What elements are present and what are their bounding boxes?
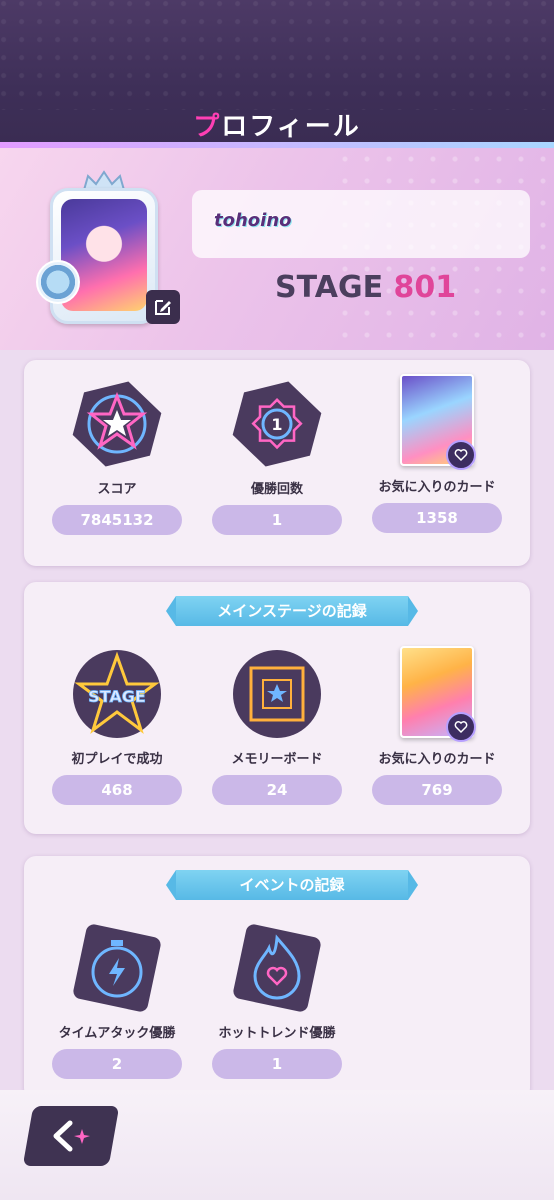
stat-value: 468 [52,775,182,805]
stat-time-attack: タイムアタック優勝 2 [42,920,192,1079]
stat-value: 24 [212,775,342,805]
stage-star-icon: STAGE [69,646,165,742]
summary-panel: スコア 7845132 1 優勝回数 1 お気に入りのカード 1358 [24,360,530,566]
star-hexagon-icon [69,376,165,472]
back-button[interactable] [22,1106,120,1166]
section-title: イベントの記録 [166,870,418,900]
stat-value: 1 [212,505,342,535]
stage-number: 801 [393,270,457,305]
stat-hot-trend: ホットトレンド優勝 1 [202,920,352,1079]
page-title: プロフィール [0,106,554,143]
heart-icon [446,712,476,742]
stage-level: STAGE 801 [275,270,456,305]
section-title: メインステージの記録 [166,596,418,626]
back-arrow-icon [53,1120,90,1152]
stat-favorite-card[interactable]: お気に入りのカード 1358 [362,374,512,533]
edit-avatar-button[interactable] [146,290,180,324]
stat-wins: 1 優勝回数 1 [202,376,352,535]
username-box[interactable]: tohoino [192,190,530,258]
stat-label: お気に入りのカード [378,752,496,767]
stat-label: 優勝回数 [250,482,303,497]
stat-value: 2 [52,1049,182,1079]
stage-badge-text: STAGE [88,687,146,706]
bottom-bar [0,1090,554,1200]
stopwatch-icon [69,920,165,1016]
stat-memory-board: メモリーボード 24 [202,646,352,805]
memory-board-icon [229,646,325,742]
favorite-card-thumbnail[interactable] [400,374,476,470]
svg-text:1: 1 [271,415,282,434]
header-bar: プロフィール [0,0,554,148]
stat-label: タイムアタック優勝 [58,1026,176,1041]
pentagon-badge-icon [36,260,80,304]
stat-favorite-card[interactable]: お気に入りのカード 769 [362,646,512,805]
stat-label: お気に入りのカード [378,480,496,495]
main-stage-panel: メインステージの記録 STAGE 初プレイで成功 468 メモリーボード 24 [24,582,530,834]
event-panel: イベントの記録 タイムアタック優勝 2 ホットトレンド優勝 1 [24,856,530,1100]
rank-one-icon: 1 [229,376,325,472]
stage-label: STAGE [275,270,384,305]
stat-label: ホットトレンド優勝 [218,1026,336,1041]
flame-heart-icon [229,920,325,1016]
username: tohoino [214,210,292,231]
page-title-text: ロフィール [221,112,361,142]
page-title-accent: プ [193,112,222,142]
header-sparkle-pattern [0,0,554,110]
stat-value: 1 [212,1049,342,1079]
stat-label: メモリーボード [231,752,323,767]
stat-label: 初プレイで成功 [71,752,163,767]
heart-icon [446,440,476,470]
edit-icon [155,300,171,315]
favorite-card-thumbnail[interactable] [400,646,476,742]
stat-first-play-clear: STAGE 初プレイで成功 468 [42,646,192,805]
stat-value: 1358 [372,503,502,533]
profile-section: tohoino STAGE 801 [0,148,554,350]
avatar-frame[interactable] [36,170,180,330]
stat-value: 769 [372,775,502,805]
stat-score: スコア 7845132 [42,376,192,535]
stat-label: スコア [97,482,137,497]
avatar-card [50,188,158,324]
stat-value: 7845132 [52,505,182,535]
